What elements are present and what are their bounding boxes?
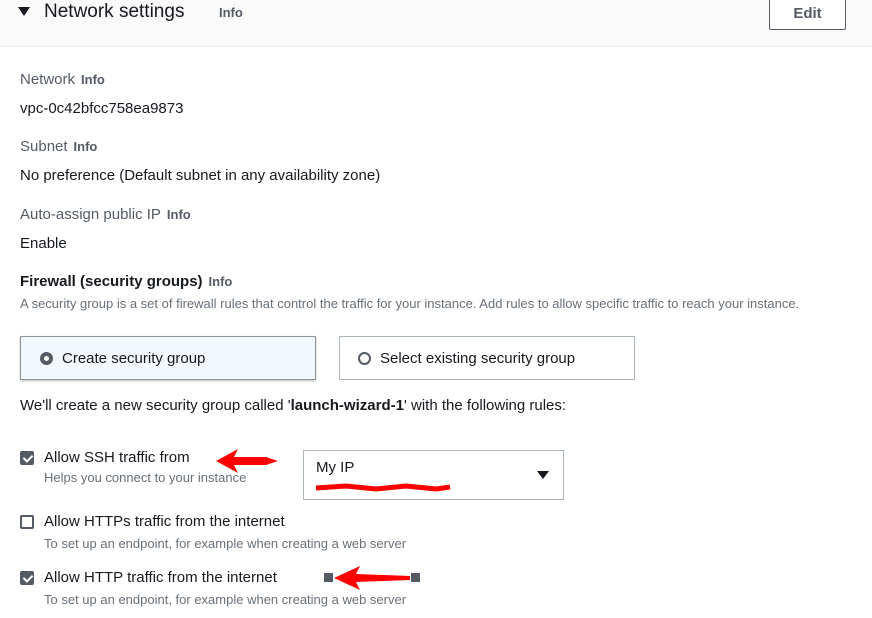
create-security-group-label: Create security group [62, 349, 206, 367]
public-ip-label-text: Auto-assign public IP [20, 206, 161, 223]
collapse-caret-icon[interactable] [18, 7, 30, 16]
ssh-rule-label: Allow SSH traffic from [44, 449, 190, 466]
dropdown-caret-icon[interactable] [537, 471, 549, 479]
firewall-title: Firewall (security groups) Info [20, 273, 232, 290]
firewall-title-text: Firewall (security groups) [20, 273, 203, 290]
rule-text-prefix: We'll create a new security group called… [20, 397, 291, 414]
http-checkbox[interactable] [20, 571, 34, 585]
red-arrow-annotation-ssh [216, 449, 278, 473]
rule-text-suffix: ' with the following rules: [403, 397, 567, 414]
ssh-source-value: My IP [316, 459, 355, 476]
https-rule-label: Allow HTTPs traffic from the internet [44, 513, 285, 530]
public-ip-label: Auto-assign public IP Info [20, 206, 191, 223]
network-info-link[interactable]: Info [81, 72, 105, 87]
section-title: Network settings [44, 1, 185, 22]
subnet-info-link[interactable]: Info [74, 139, 98, 154]
radio-selected-icon[interactable] [40, 351, 53, 365]
select-existing-security-group-label: Select existing security group [380, 349, 576, 367]
firewall-description: A security group is a set of firewall ru… [20, 296, 800, 311]
public-ip-info-link[interactable]: Info [167, 207, 191, 222]
security-group-rule-text: We'll create a new security group called… [20, 397, 566, 414]
subnet-label-text: Subnet [20, 138, 68, 155]
ssh-source-select[interactable]: My IP [303, 450, 564, 500]
select-existing-security-group-option[interactable]: Select existing security group [339, 336, 635, 380]
http-rule-description: To set up an endpoint, for example when … [44, 592, 407, 607]
firewall-info-link[interactable]: Info [209, 274, 233, 289]
subnet-label: Subnet Info [20, 138, 97, 155]
create-security-group-option[interactable]: Create security group [20, 336, 316, 380]
https-rule-description: To set up an endpoint, for example when … [44, 536, 407, 551]
security-group-name: launch-wizard-1 [290, 397, 404, 414]
public-ip-value: Enable [20, 235, 67, 252]
radio-unselected-icon[interactable] [358, 351, 371, 365]
subnet-value: No preference (Default subnet in any ava… [20, 167, 381, 184]
section-info-link[interactable]: Info [219, 5, 243, 20]
network-value: vpc-0c42bfcc758ea9873 [20, 100, 184, 117]
https-checkbox[interactable] [20, 515, 34, 529]
ssh-checkbox[interactable] [20, 451, 34, 465]
network-label: Network Info [20, 71, 105, 88]
http-rule-label: Allow HTTP traffic from the internet [44, 569, 277, 586]
redaction-scribble [316, 483, 451, 492]
red-arrow-annotation-http [324, 566, 420, 590]
network-label-text: Network [20, 71, 76, 88]
section-header: Network settings Info Edit [0, 0, 872, 47]
edit-button[interactable]: Edit [769, 0, 846, 30]
